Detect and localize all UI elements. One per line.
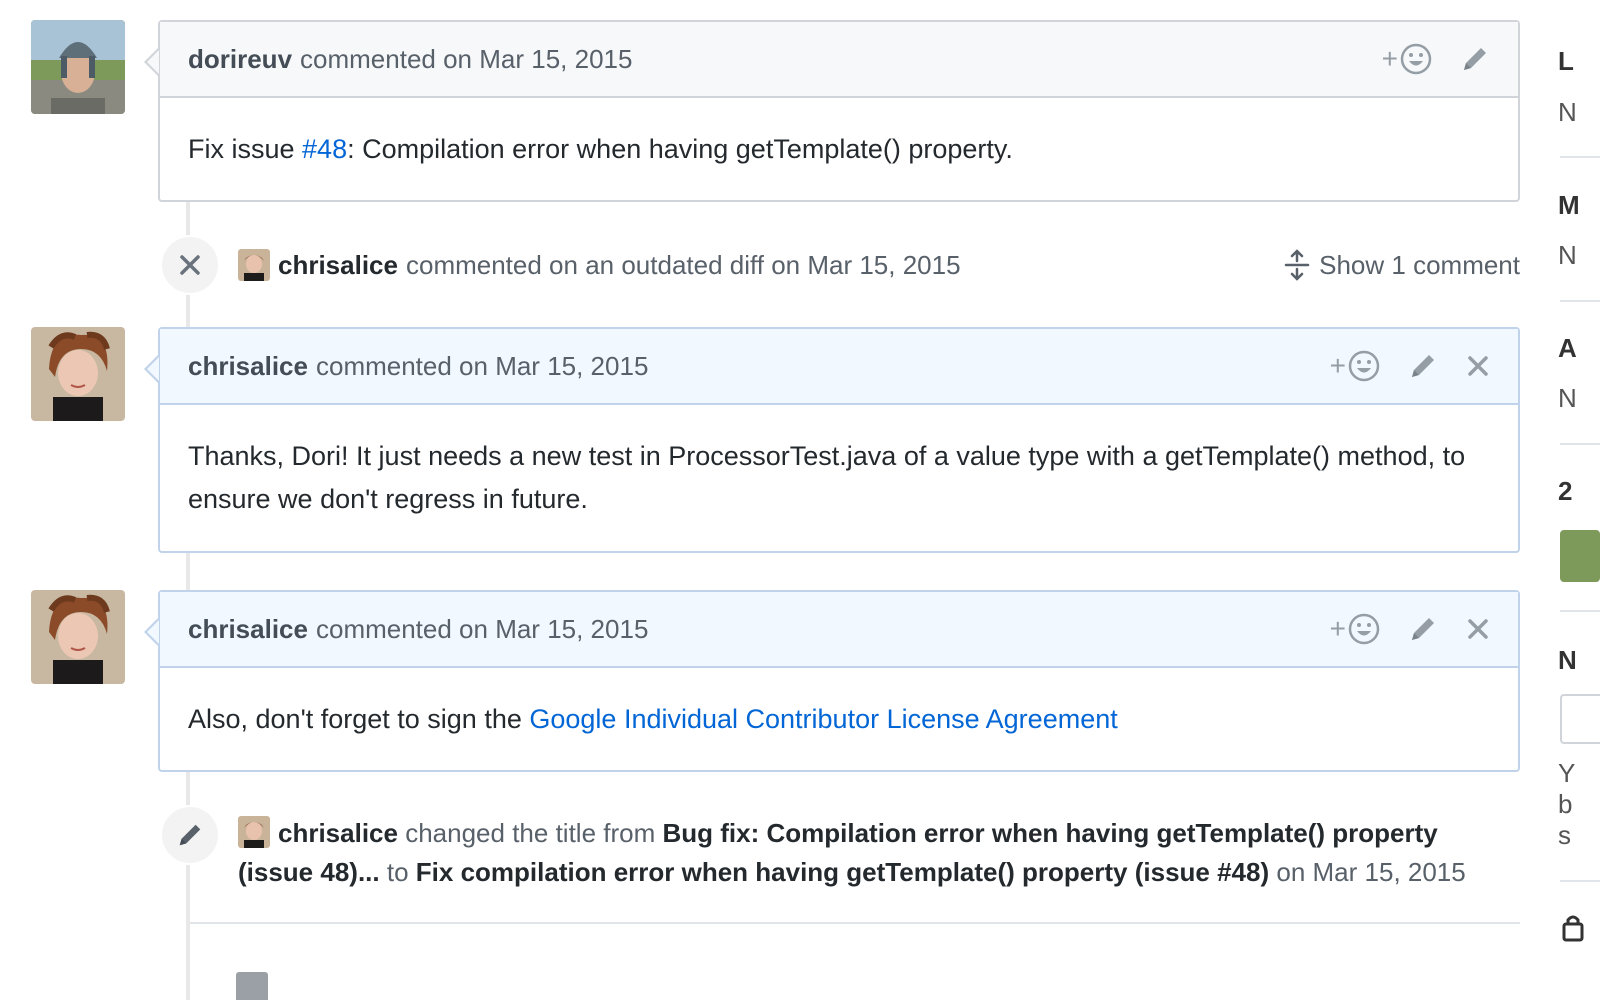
close-icon [1468, 356, 1488, 376]
comment-author[interactable]: dorireuv [188, 44, 292, 75]
comment-author[interactable]: chrisalice [188, 614, 308, 645]
sidebar-heading: N [1558, 645, 1577, 675]
event-text: commented on an outdated diff on Mar 15,… [405, 249, 961, 280]
avatar[interactable] [31, 590, 125, 684]
comment-header: chrisalice commented on Mar 15, 2015 + [160, 329, 1518, 405]
sidebar-heading: A [1558, 333, 1577, 363]
comment-author[interactable]: chrisalice [188, 351, 308, 382]
edit-button[interactable] [1408, 351, 1438, 381]
edit-button[interactable] [1460, 44, 1490, 74]
add-reaction-plus: + [1329, 350, 1346, 381]
title-change-text: chrisalice changed the title from Bug fi… [238, 816, 1466, 887]
comment-header: chrisalice commented on Mar 15, 2015 + [160, 592, 1518, 668]
comment-body: Thanks, Dori! It just needs a new test i… [188, 441, 1466, 514]
show-comment-button[interactable]: Show 1 comment [1283, 249, 1520, 281]
lock-icon [1562, 915, 1584, 942]
sidebar-text: s [1558, 820, 1571, 850]
close-icon [1468, 619, 1488, 639]
sidebar: L N M N A N 2 N Y b s [1556, 0, 1600, 1000]
avatar[interactable] [238, 249, 270, 281]
comment-body: Also, don't forget to sign the Google In… [188, 704, 1118, 734]
delete-button[interactable] [1466, 354, 1490, 378]
avatar[interactable] [236, 972, 268, 1000]
comment-meta[interactable]: commented on Mar 15, 2015 [300, 44, 632, 75]
sidebar-value: N [1558, 383, 1577, 413]
pencil-icon [1464, 48, 1486, 70]
sidebar-text: b [1558, 789, 1573, 819]
show-comment-label: Show 1 comment [1319, 249, 1520, 280]
comment-body: Fix issue #48: Compilation error when ha… [188, 134, 1013, 164]
divider [190, 922, 1520, 924]
unfold-icon [1284, 249, 1310, 281]
avatar[interactable] [238, 816, 270, 849]
smiley-icon [1348, 613, 1380, 645]
event-badge [160, 235, 220, 295]
add-reaction-button[interactable]: + [1382, 43, 1432, 75]
sidebar-value: N [1558, 97, 1577, 127]
add-reaction-button[interactable]: + [1330, 613, 1380, 645]
comment: chrisalice commented on Mar 15, 2015 + T… [144, 327, 1520, 553]
sidebar-text: Y [1558, 758, 1576, 788]
sidebar-value: N [1558, 240, 1577, 270]
pencil-icon [1412, 618, 1434, 640]
avatar[interactable] [1560, 530, 1600, 582]
close-icon [180, 255, 200, 275]
cla-link[interactable]: Google Individual Contributor License Ag… [529, 704, 1117, 734]
comment-header: dorireuv commented on Mar 15, 2015 + [160, 22, 1518, 98]
add-reaction-plus: + [1329, 613, 1346, 644]
comment: chrisalice commented on Mar 15, 2015 + A… [144, 590, 1520, 772]
event-author[interactable]: chrisalice [278, 250, 398, 281]
sidebar-heading: 2 [1558, 476, 1573, 506]
add-reaction-plus: + [1381, 43, 1398, 74]
pencil-icon [179, 824, 201, 846]
new-title: Fix compilation error when having getTem… [415, 857, 1270, 887]
smiley-icon [1348, 350, 1380, 382]
avatar[interactable] [31, 20, 125, 114]
event-author[interactable]: chrisalice [278, 818, 398, 848]
smiley-icon [1400, 43, 1432, 75]
event-badge [160, 805, 220, 865]
add-reaction-button[interactable]: + [1330, 350, 1380, 382]
edit-button[interactable] [1408, 614, 1438, 644]
sidebar-button[interactable] [1560, 694, 1600, 744]
sidebar-heading: L [1558, 46, 1574, 76]
delete-button[interactable] [1466, 617, 1490, 641]
comment-meta[interactable]: commented on Mar 15, 2015 [316, 351, 648, 382]
pencil-icon [1412, 355, 1434, 377]
avatar[interactable] [31, 327, 125, 421]
title-change-event: chrisalice changed the title from Bug fi… [160, 805, 1520, 892]
event-date[interactable]: on Mar 15, 2015 [1276, 857, 1465, 887]
comment: dorireuv commented on Mar 15, 2015 + Fix… [144, 20, 1520, 202]
outdated-diff-event: chrisalice commented on an outdated diff… [160, 235, 1520, 295]
issue-link[interactable]: #48 [302, 134, 347, 164]
comment-meta[interactable]: commented on Mar 15, 2015 [316, 614, 648, 645]
sidebar-heading: M [1558, 190, 1580, 220]
